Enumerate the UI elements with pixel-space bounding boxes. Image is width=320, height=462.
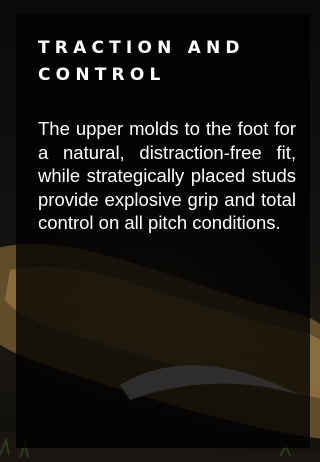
hero-card: TRACTION AND CONTROL The upper molds to … [0,0,320,462]
panel-body-text: The upper molds to the foot for a natura… [38,118,296,234]
panel-heading: TRACTION AND CONTROL [38,38,245,85]
